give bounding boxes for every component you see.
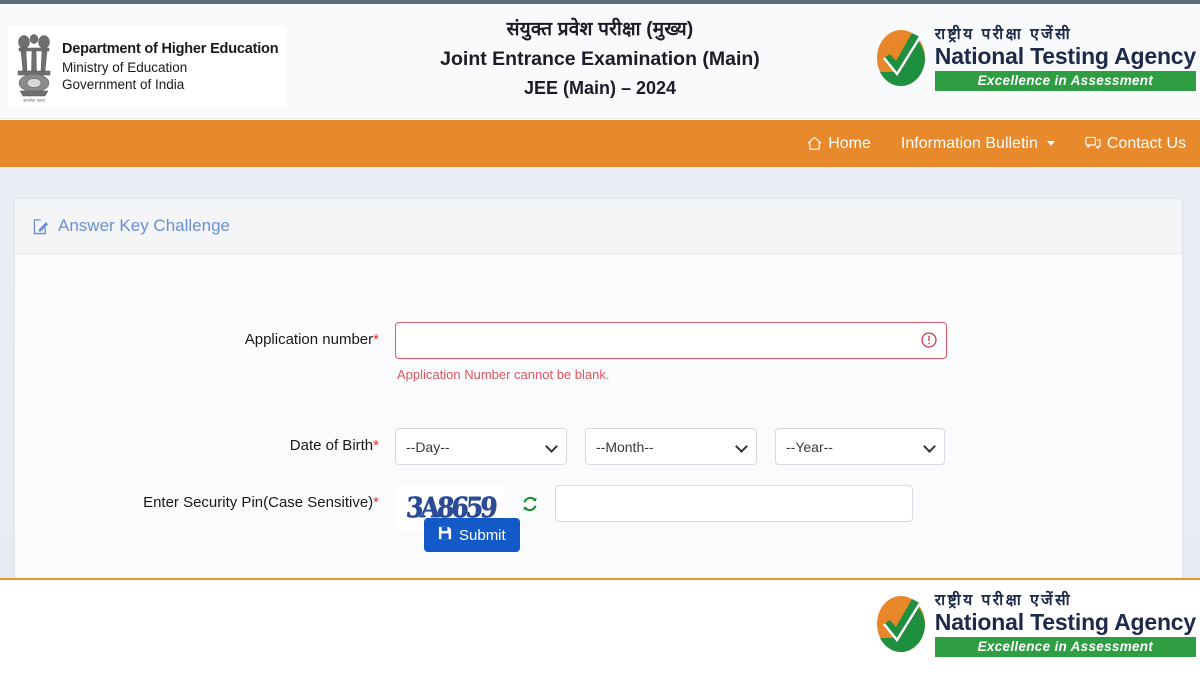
nav-item-contact-us[interactable]: Contact Us <box>1085 135 1186 153</box>
application-number-input-wrap <box>395 322 947 359</box>
panel-title: Answer Key Challenge <box>58 216 230 236</box>
application-number-label-text: Application number <box>245 331 373 348</box>
dob-day-wrap: --Day-- <box>395 428 567 465</box>
nav-item-information-bulletin-label: Information Bulletin <box>901 135 1038 153</box>
panel-header: Answer Key Challenge <box>15 199 1182 254</box>
field-row-date-of-birth: Date of Birth* --Day-- --Month-- <box>15 428 945 465</box>
submit-button-label: Submit <box>459 527 506 544</box>
required-asterisk: * <box>373 437 379 454</box>
nta-logo-english: National Testing Agency <box>935 44 1196 68</box>
application-number-label: Application number* <box>15 322 395 349</box>
date-of-birth-label-text: Date of Birth <box>290 437 373 454</box>
nta-logo-english: National Testing Agency <box>935 610 1196 634</box>
nta-logo-footer: राष्ट्रीय परीक्षा एजेंसी National Testin… <box>874 592 1196 657</box>
dob-day-select[interactable]: --Day-- <box>395 428 567 465</box>
chevron-down-icon <box>1047 141 1055 146</box>
home-icon <box>807 136 822 151</box>
nav-item-home[interactable]: Home <box>807 135 871 153</box>
nta-logo-tagline: Excellence in Assessment <box>935 637 1196 657</box>
panel-body: Application number* Application Number <box>15 254 1182 579</box>
date-of-birth-selects: --Day-- --Month-- --Year-- <box>395 428 945 465</box>
nav-item-home-label: Home <box>828 135 871 153</box>
required-asterisk: * <box>373 494 379 511</box>
nav-item-contact-us-label: Contact Us <box>1107 135 1186 153</box>
edit-square-icon <box>33 218 50 235</box>
application-number-field-group: Application Number cannot be blank. <box>395 322 947 382</box>
security-pin-input[interactable] <box>555 485 913 522</box>
nta-logo-tagline: Excellence in Assessment <box>935 71 1196 91</box>
application-number-error-message: Application Number cannot be blank. <box>397 367 947 382</box>
refresh-icon[interactable] <box>521 495 539 513</box>
main-navigation: Home Information Bulletin Contact Us <box>0 120 1200 167</box>
nta-checkmark-icon <box>874 27 928 89</box>
page-root: सत्यमेव जयते Department of Higher Educat… <box>0 0 1200 675</box>
submit-button[interactable]: Submit <box>424 518 520 552</box>
security-pin-label: Enter Security Pin(Case Sensitive)* <box>15 485 395 512</box>
required-asterisk: * <box>373 331 379 348</box>
answer-key-challenge-panel: Answer Key Challenge Application number* <box>14 198 1183 579</box>
dob-year-select[interactable]: --Year-- <box>775 428 945 465</box>
application-number-input[interactable] <box>395 322 947 359</box>
nta-logo-hindi: राष्ट्रीय परीक्षा एजेंसी <box>935 26 1196 44</box>
nta-logo-wordmark: राष्ट्रीय परीक्षा एजेंसी National Testin… <box>935 26 1196 91</box>
save-icon <box>438 526 452 544</box>
nta-logo-wordmark: राष्ट्रीय परीक्षा एजेंसी National Testin… <box>935 592 1196 657</box>
dob-month-select[interactable]: --Month-- <box>585 428 757 465</box>
nta-checkmark-icon <box>874 593 928 655</box>
nta-logo-hindi: राष्ट्रीय परीक्षा एजेंसी <box>935 592 1196 610</box>
nta-logo-header: राष्ट्रीय परीक्षा एजेंसी National Testin… <box>874 26 1196 91</box>
security-pin-label-text: Enter Security Pin(Case Sensitive) <box>143 494 373 511</box>
nav-item-information-bulletin[interactable]: Information Bulletin <box>901 135 1055 153</box>
field-row-application-number: Application number* Application Number <box>15 322 947 382</box>
chat-icon <box>1085 136 1101 151</box>
site-header: सत्यमेव जयते Department of Higher Educat… <box>0 4 1200 119</box>
dob-year-wrap: --Year-- <box>775 428 945 465</box>
dob-month-wrap: --Month-- <box>585 428 757 465</box>
date-of-birth-label: Date of Birth* <box>15 428 395 455</box>
